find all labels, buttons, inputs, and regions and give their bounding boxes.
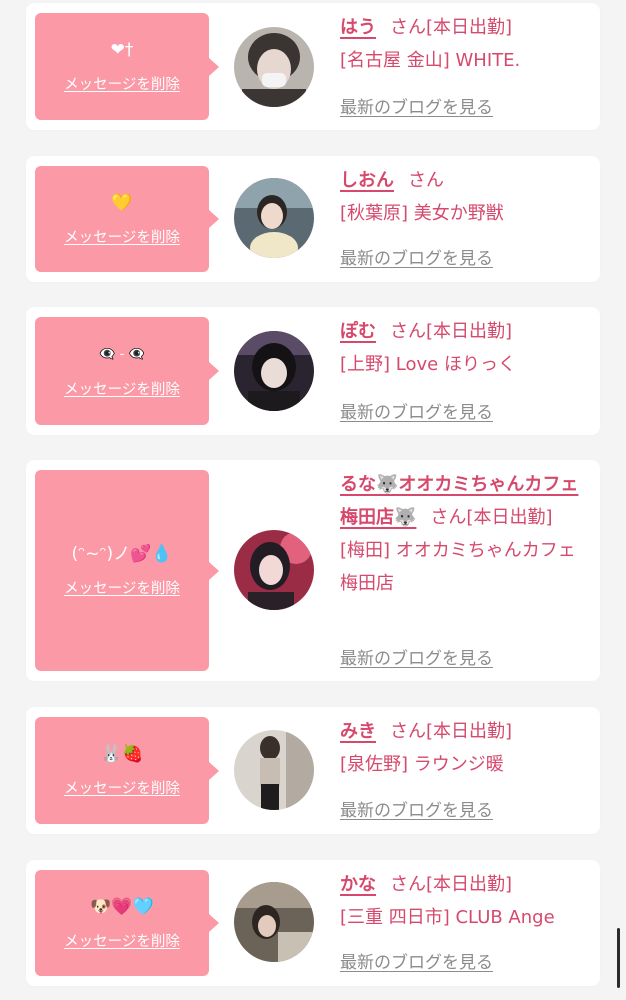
message-card: 💛 メッセージを削除 しおん さん [秋葉原] 美女か野獣 最新のブログを見る xyxy=(26,156,600,282)
message-card: 🐶💗🩵 メッセージを削除 かな さん[本日出勤] [三重 四日市] CLUB An… xyxy=(26,860,600,986)
blog-link[interactable]: 最新のブログを見る xyxy=(340,93,493,118)
message-text: 🐶💗🩵 xyxy=(90,896,154,917)
shop-label: [秋葉原] 美女か野獣 xyxy=(340,203,504,224)
shop-label: [三重 四日市] CLUB Ange xyxy=(340,907,555,928)
avatar-photo xyxy=(234,730,314,810)
sender-info: るな🐺オオカミちゃんカフェ梅田店🐺 さん[本日出勤] [梅田] オオカミちゃんカフ… xyxy=(340,468,592,600)
message-bubble: 💛 メッセージを削除 xyxy=(35,166,219,272)
sender-name-link[interactable]: みき xyxy=(340,721,376,742)
sender-suffix: さん[本日出勤] xyxy=(390,874,513,895)
delete-message-link[interactable]: メッセージを削除 xyxy=(64,930,180,951)
message-text: 👁‍🗨 - 👁‍🗨 xyxy=(99,346,145,362)
message-card: 👁‍🗨 - 👁‍🗨 メッセージを削除 ぽむ さん[本日出勤] [上野] Love … xyxy=(26,307,600,435)
sender-name-link[interactable]: かな xyxy=(340,874,376,895)
avatar-photo xyxy=(234,27,314,107)
blog-link[interactable]: 最新のブログを見る xyxy=(340,244,493,269)
sender-name-link[interactable]: しおん xyxy=(340,170,394,191)
sender-suffix: さん[本日出勤] xyxy=(390,17,513,38)
message-list: ❤︎† メッセージを削除 はう さん[本日出勤] [名古屋 金山] WHITE. … xyxy=(0,0,626,1000)
blog-link[interactable]: 最新のブログを見る xyxy=(340,398,493,423)
sender-info: かな さん[本日出勤] [三重 四日市] CLUB Ange xyxy=(340,868,592,934)
message-card: ❤︎† メッセージを削除 はう さん[本日出勤] [名古屋 金山] WHITE. … xyxy=(26,3,600,130)
delete-message-link[interactable]: メッセージを削除 xyxy=(64,777,180,798)
shop-label: [名古屋 金山] WHITE. xyxy=(340,50,521,71)
message-text: 💛 xyxy=(111,192,133,213)
sender-info: しおん さん [秋葉原] 美女か野獣 xyxy=(340,164,592,230)
sender-suffix: さん[本日出勤] xyxy=(390,321,513,342)
message-bubble: ❤︎† メッセージを削除 xyxy=(35,13,219,120)
delete-message-link[interactable]: メッセージを削除 xyxy=(64,577,180,598)
blog-link[interactable]: 最新のブログを見る xyxy=(340,644,493,669)
sender-suffix: さん[本日出勤] xyxy=(430,507,553,528)
avatar[interactable] xyxy=(234,530,314,610)
blog-link[interactable]: 最新のブログを見る xyxy=(340,948,493,973)
message-card: 🐰🍓 メッセージを削除 みき さん[本日出勤] [泉佐野] ラウンジ暖 最新のブロ… xyxy=(26,707,600,834)
delete-message-link[interactable]: メッセージを削除 xyxy=(64,378,180,399)
avatar[interactable] xyxy=(234,178,314,258)
message-bubble: (ᵔ~ᵔ)ノ💕💧 メッセージを削除 xyxy=(35,470,219,671)
avatar-photo xyxy=(234,178,314,258)
shop-label: [梅田] オオカミちゃんカフェ梅田店 xyxy=(340,540,576,594)
avatar[interactable] xyxy=(234,882,314,962)
avatar[interactable] xyxy=(234,730,314,810)
message-bubble: 👁‍🗨 - 👁‍🗨 メッセージを削除 xyxy=(35,317,219,425)
message-text: 🐰🍓 xyxy=(100,744,144,764)
shop-label: [泉佐野] ラウンジ暖 xyxy=(340,754,504,775)
blog-link[interactable]: 最新のブログを見る xyxy=(340,796,493,821)
message-bubble: 🐶💗🩵 メッセージを削除 xyxy=(35,870,219,976)
scrollbar[interactable] xyxy=(617,928,620,988)
avatar-photo xyxy=(234,882,314,962)
message-bubble: 🐰🍓 メッセージを削除 xyxy=(35,717,219,824)
shop-label: [上野] Love ほりっく xyxy=(340,354,516,375)
sender-info: はう さん[本日出勤] [名古屋 金山] WHITE. xyxy=(340,11,592,77)
avatar-photo xyxy=(234,530,314,610)
avatar[interactable] xyxy=(234,331,314,411)
sender-info: みき さん[本日出勤] [泉佐野] ラウンジ暖 xyxy=(340,715,592,781)
message-card: (ᵔ~ᵔ)ノ💕💧 メッセージを削除 るな🐺オオカミちゃんカフェ梅田店🐺 さん[本日… xyxy=(26,460,600,681)
sender-suffix: さん[本日出勤] xyxy=(390,721,513,742)
sender-name-link[interactable]: ぽむ xyxy=(340,321,376,342)
delete-message-link[interactable]: メッセージを削除 xyxy=(64,73,180,94)
avatar[interactable] xyxy=(234,27,314,107)
delete-message-link[interactable]: メッセージを削除 xyxy=(64,226,180,247)
avatar-photo xyxy=(234,331,314,411)
sender-name-link[interactable]: はう xyxy=(340,17,376,38)
message-text: (ᵔ~ᵔ)ノ💕💧 xyxy=(71,544,173,564)
sender-info: ぽむ さん[本日出勤] [上野] Love ほりっく xyxy=(340,315,592,381)
message-text: ❤︎† xyxy=(110,40,134,60)
sender-suffix: さん xyxy=(408,170,444,191)
